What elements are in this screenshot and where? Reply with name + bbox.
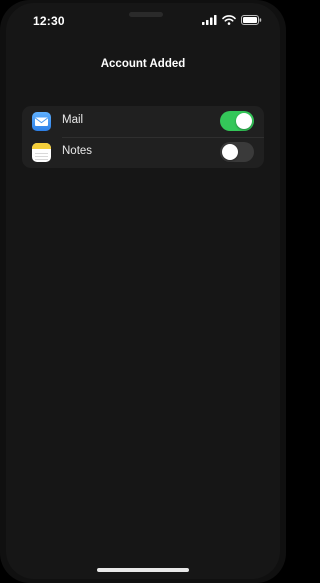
cellular-signal-icon (202, 15, 217, 25)
battery-icon (241, 15, 262, 25)
notes-label: Notes (62, 145, 93, 157)
notes-icon (32, 143, 51, 162)
phone-frame: 12:30 Account Added Mail Notes (0, 0, 286, 583)
mail-toggle[interactable] (220, 111, 254, 131)
mail-icon (32, 112, 51, 131)
list-item-notes: Notes (22, 137, 264, 168)
home-indicator[interactable] (97, 568, 189, 572)
status-time: 12:30 (33, 14, 65, 28)
services-list: Mail Notes (22, 106, 264, 168)
wifi-icon (222, 15, 236, 25)
status-icons (202, 15, 262, 25)
page-title: Account Added (100, 58, 186, 70)
screen: 12:30 Account Added Mail Notes (6, 3, 280, 579)
toggle-knob (222, 144, 238, 160)
mail-label: Mail (62, 114, 84, 126)
list-item-mail: Mail (22, 106, 264, 137)
notes-toggle[interactable] (220, 142, 254, 162)
status-bar: 12:30 (6, 3, 280, 39)
toggle-knob (236, 113, 252, 129)
